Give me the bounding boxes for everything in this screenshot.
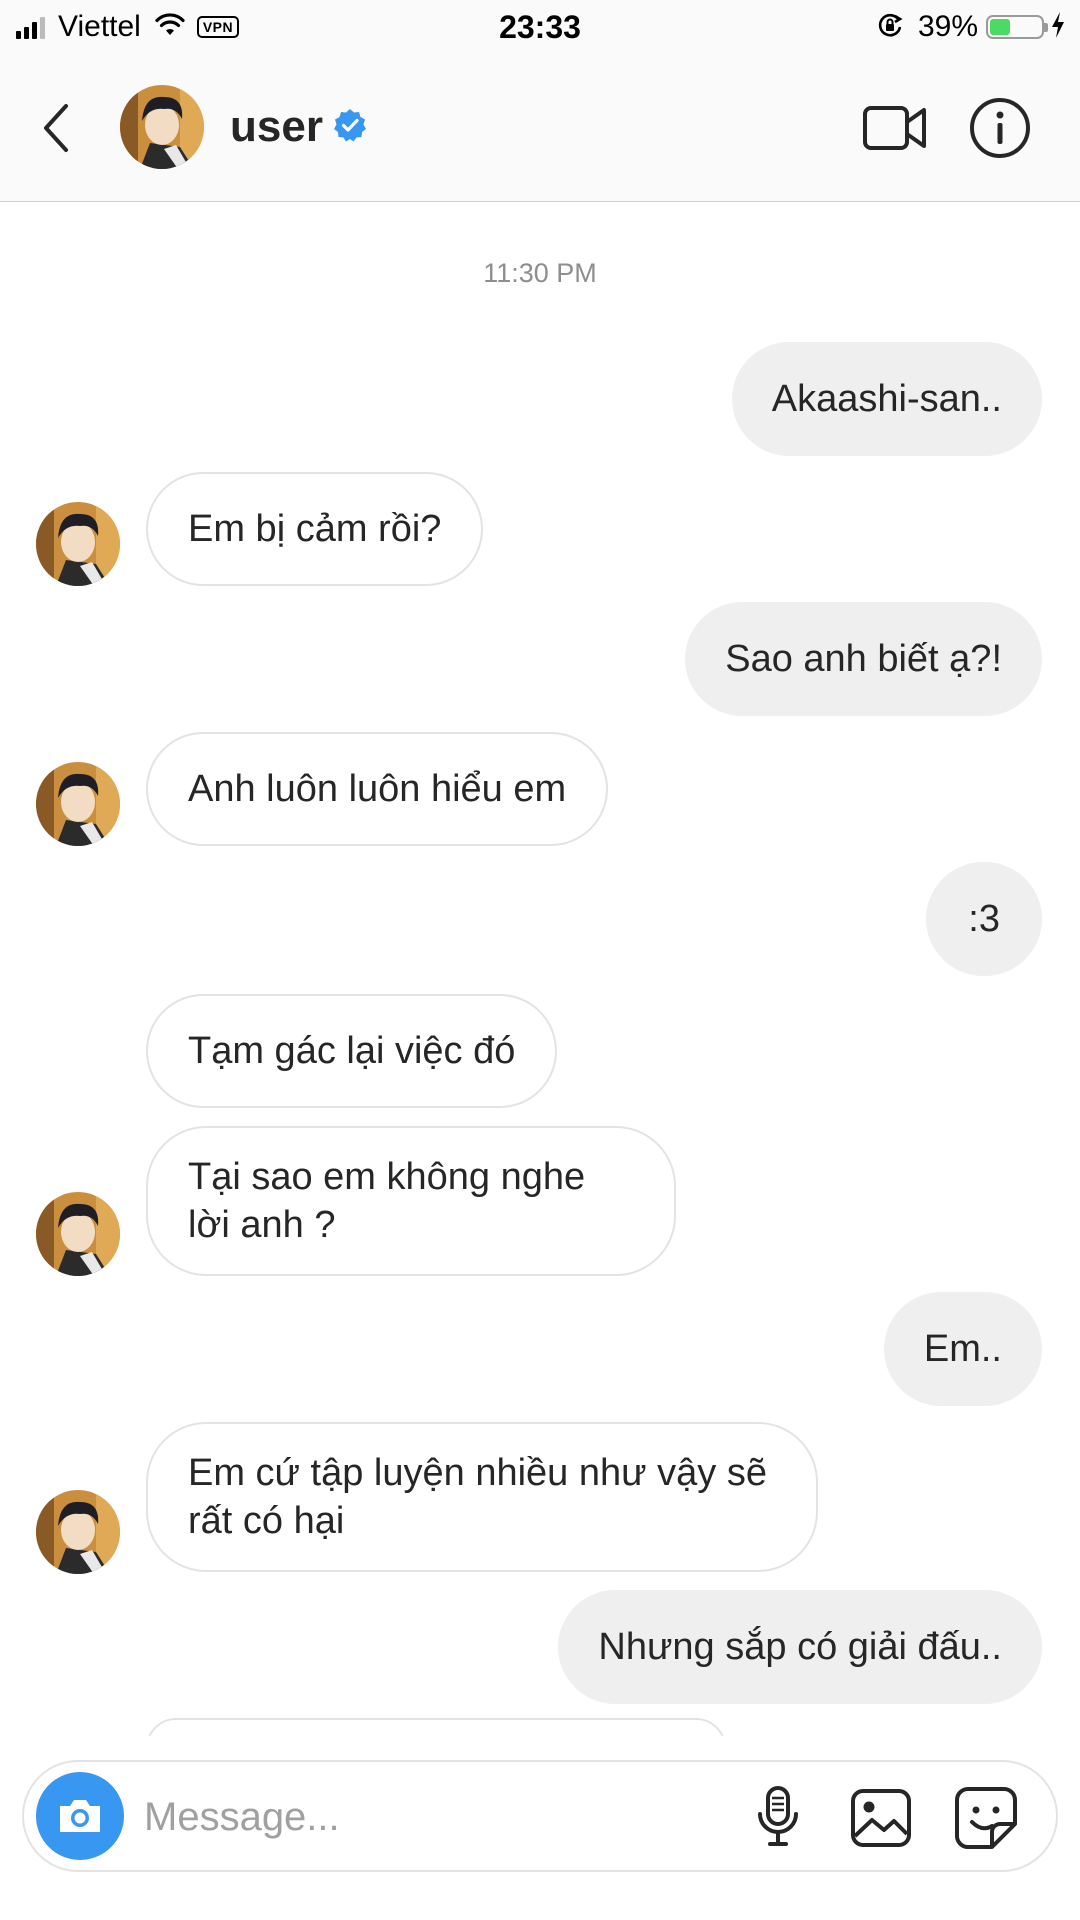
avatar[interactable] — [36, 762, 120, 846]
sent-message-bubble[interactable]: :3 — [926, 862, 1042, 976]
chat-header: user — [0, 54, 1080, 202]
camera-icon — [60, 1800, 100, 1832]
orientation-lock-icon — [876, 11, 904, 44]
sent-message-bubble[interactable]: Akaashi-san.. — [731, 342, 1042, 456]
microphone-icon — [758, 1786, 798, 1846]
verified-badge-icon — [333, 108, 367, 147]
header-username-group[interactable]: user — [230, 102, 367, 152]
charging-icon — [1050, 11, 1066, 44]
sent-message-bubble[interactable]: Nhưng sắp có giải đấu.. — [558, 1590, 1042, 1704]
avatar[interactable] — [36, 1490, 120, 1574]
info-icon — [970, 98, 1030, 158]
received-message-bubble[interactable]: Em bị cảm rồi? — [146, 472, 484, 586]
avatar[interactable] — [36, 1192, 120, 1276]
status-bar: Viettel VPN 23:33 39% — [0, 0, 1080, 54]
gallery-button[interactable] — [850, 1788, 912, 1853]
camera-button[interactable] — [36, 1772, 124, 1860]
message-input[interactable] — [142, 1790, 626, 1844]
received-message-bubble[interactable]: Anh luôn luôn hiểu em — [146, 732, 609, 846]
header-username[interactable]: user — [230, 102, 323, 152]
received-message-bubble[interactable]: Tạm gác lại việc đó — [146, 994, 558, 1108]
received-message-bubble[interactable]: Tại sao em không nghe lời anh ? — [146, 1126, 676, 1276]
battery-percent: 39% — [917, 10, 978, 43]
sticker-button[interactable] — [954, 1786, 1018, 1855]
thread-timestamp: 11:30 PM — [483, 258, 597, 288]
status-right: 39% — [876, 8, 1066, 46]
received-message-bubble[interactable]: Em cứ tập luyện nhiều như vậy sẽ rất có … — [146, 1422, 818, 1572]
chevron-left-icon — [44, 104, 68, 152]
gallery-icon — [851, 1789, 911, 1847]
received-message-bubble-partial[interactable] — [146, 1718, 726, 1736]
sent-message-bubble[interactable]: Em.. — [883, 1292, 1042, 1406]
video-call-button[interactable] — [862, 100, 928, 161]
battery-fill — [990, 19, 1010, 35]
sticker-icon — [955, 1787, 1017, 1849]
avatar[interactable] — [36, 502, 120, 586]
message-thread[interactable]: 11:30 PM Akaashi-san.. Em bị cảm rồi? Sa… — [0, 202, 1080, 1736]
sent-message-bubble[interactable]: Sao anh biết ạ?! — [685, 602, 1042, 716]
video-camera-icon — [863, 106, 926, 150]
message-composer — [22, 1760, 1058, 1872]
header-avatar[interactable] — [120, 85, 204, 169]
battery-icon — [986, 15, 1048, 39]
microphone-button[interactable] — [754, 1786, 802, 1855]
back-button[interactable] — [38, 100, 74, 161]
info-button[interactable] — [968, 96, 1032, 165]
